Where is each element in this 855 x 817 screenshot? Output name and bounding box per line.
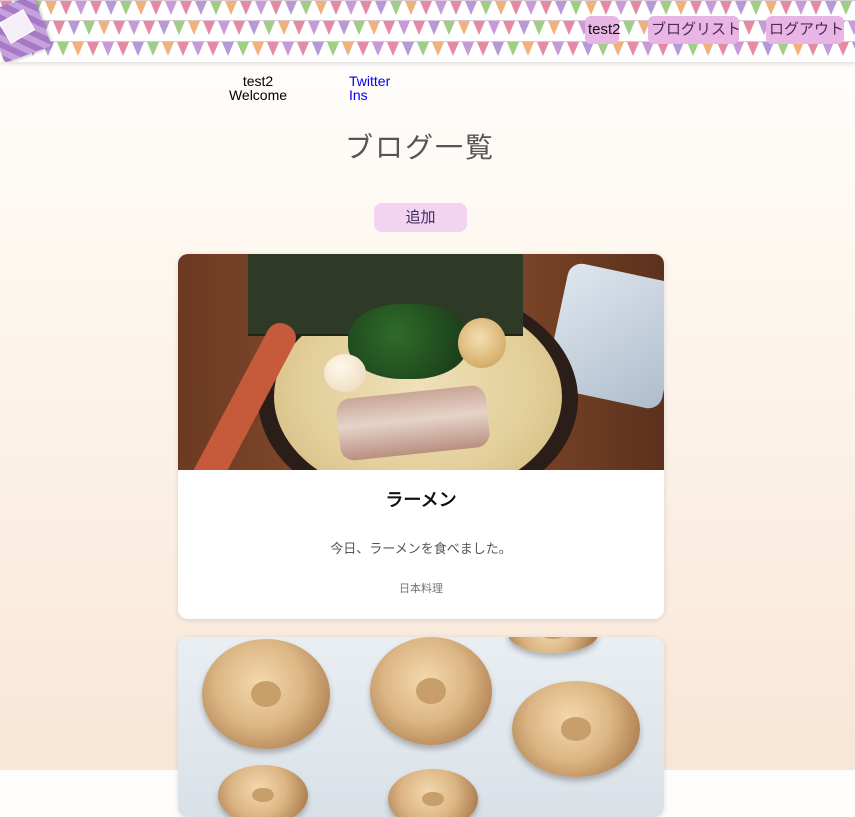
blog-card[interactable]: ラーメン 今日、ラーメンを食べました。 日本料理 — [178, 254, 664, 619]
ramen-photo — [178, 254, 664, 470]
site-header: test2 ブログリスト ログアウト — [0, 0, 855, 62]
username: test2 — [242, 73, 274, 89]
blog-card[interactable] — [178, 637, 664, 817]
twitter-link[interactable]: Twitter — [349, 74, 390, 88]
welcome-text: Welcome — [228, 87, 288, 103]
nav-blog-list-link[interactable]: ブログリスト — [648, 16, 741, 44]
baked-cookies-photo — [178, 637, 664, 817]
ins-link[interactable]: Ins — [349, 88, 390, 102]
nav-user-link[interactable]: test2 — [585, 16, 621, 44]
add-post-button[interactable]: 追加 — [374, 203, 467, 232]
nav-logout-link[interactable]: ログアウト — [766, 16, 844, 44]
user-profile: test2 Welcome — [218, 74, 298, 102]
post-category: 日本料理 — [399, 583, 443, 595]
notebook-icon — [0, 9, 36, 44]
page-title: ブログ一覧 — [344, 131, 495, 164]
post-title: ラーメン — [385, 490, 457, 510]
post-description: 今日、ラーメンを食べました。 — [330, 541, 512, 556]
social-links: Twitter Ins — [349, 74, 390, 102]
